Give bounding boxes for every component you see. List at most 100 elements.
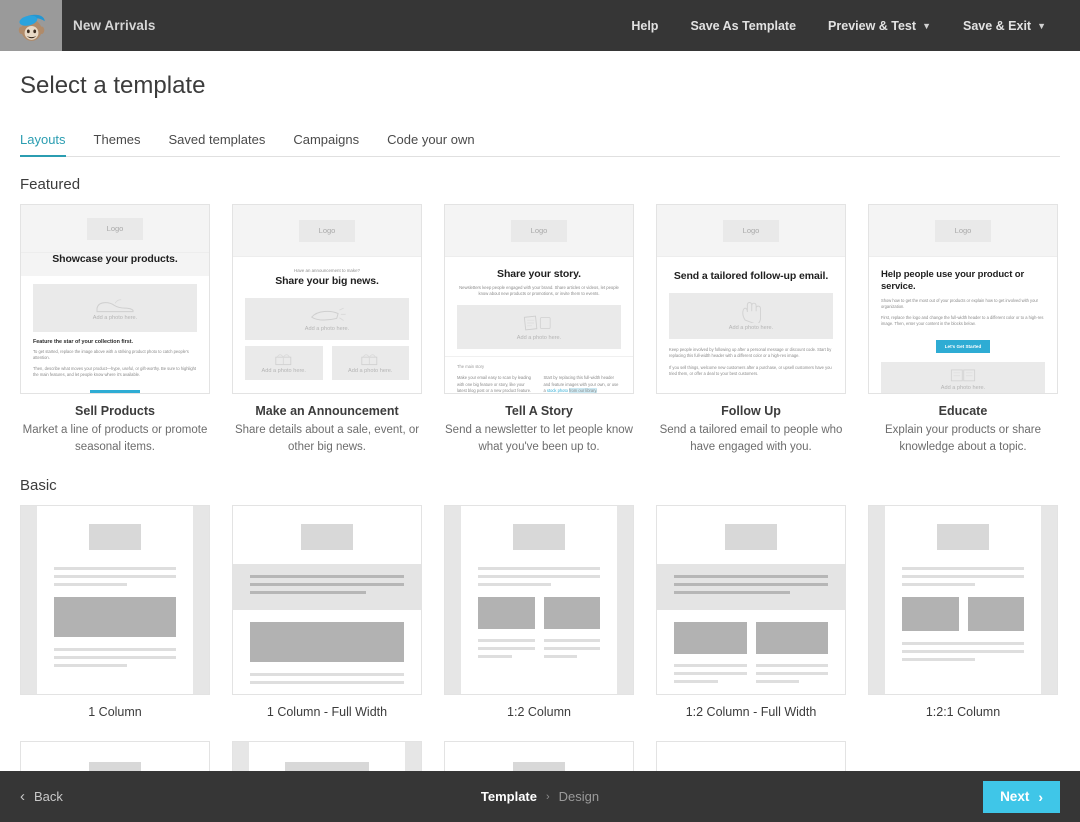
- next-button[interactable]: Next ›: [983, 780, 1060, 813]
- wireframe-image-block: [54, 597, 176, 638]
- tab-campaigns[interactable]: Campaigns: [293, 132, 359, 157]
- wireframe-text-line: [674, 664, 747, 668]
- wireframe-text-line: [250, 575, 404, 579]
- logo-placeholder: Logo: [299, 219, 355, 242]
- newspaper-icon: [523, 315, 551, 330]
- wireframe-text-line: [478, 639, 535, 643]
- card-description: Explain your products or share knowledge…: [885, 424, 1041, 453]
- template-thumbnail[interactable]: Logo Help people use your product or ser…: [868, 204, 1058, 394]
- card-description: Send a tailored email to people who have…: [659, 424, 843, 453]
- breadcrumb-current: Template: [480, 789, 537, 804]
- wireframe-text-line: [478, 575, 600, 579]
- wireframe-1-column: [21, 506, 209, 695]
- stock-photo-link[interactable]: stock photo: [547, 388, 568, 393]
- template-thumbnail[interactable]: Logo Send a tailored follow-up email. Ad…: [656, 204, 846, 394]
- photo-placeholder: Add a photo here.: [881, 361, 1045, 393]
- wireframe-image-block: [937, 524, 989, 551]
- wireframe-image-block: [902, 597, 959, 632]
- template-thumbnail[interactable]: [232, 741, 422, 771]
- wireframe-image-block: [513, 524, 565, 551]
- back-button[interactable]: ‹ Back: [20, 788, 63, 805]
- nav-save-as-template[interactable]: Save As Template: [674, 19, 812, 33]
- logo-placeholder: Logo: [511, 219, 567, 242]
- card-description: Market a line of products or promote sea…: [22, 424, 208, 453]
- chevron-right-icon: ›: [1038, 788, 1043, 805]
- template-card-follow-up[interactable]: Logo Send a tailored follow-up email. Ad…: [656, 204, 846, 455]
- campaign-name: New Arrivals: [73, 18, 156, 33]
- wireframe-text-line: [54, 583, 128, 587]
- template-card-partial[interactable]: [232, 741, 422, 771]
- wireframe-text-line: [674, 672, 747, 676]
- wireframe-text-line: [54, 664, 128, 668]
- template-thumbnail[interactable]: [444, 505, 634, 696]
- nav-preview-and-test[interactable]: Preview & Test ▼: [812, 19, 947, 33]
- template-thumbnail[interactable]: [868, 505, 1058, 696]
- tab-layouts[interactable]: Layouts: [20, 132, 66, 157]
- wireframe-text-line: [755, 680, 799, 684]
- wireframe-text-line: [674, 575, 828, 579]
- wireframe-text-line: [902, 567, 1024, 571]
- wireframe-sheet: [461, 506, 617, 695]
- template-card-make-an-announcement[interactable]: Logo Have an announcement to make? Share…: [232, 204, 422, 455]
- nav-save-and-exit[interactable]: Save & Exit ▼: [947, 19, 1062, 33]
- template-card-sell-products[interactable]: Logo Showcase your products. Add a photo…: [20, 204, 210, 455]
- thumbnail-subtext: Newsletters keep people engaged with you…: [459, 284, 619, 297]
- wireframe-text-line: [674, 583, 828, 587]
- template-card-partial[interactable]: [20, 741, 210, 771]
- template-card-1-column-full-width[interactable]: 1 Column - Full Width: [232, 505, 422, 719]
- logo-placeholder: Logo: [87, 217, 143, 240]
- wireframe-image-block: [250, 622, 404, 663]
- wireframe-text-line: [478, 583, 552, 587]
- template-card-partial[interactable]: [444, 741, 634, 771]
- wireframe-text-line: [54, 567, 176, 571]
- shoe-icon: [96, 298, 134, 312]
- thumbnail-header: Logo: [869, 205, 1057, 257]
- wireframe-text-line: [54, 575, 176, 579]
- wireframe-sheet: [249, 742, 405, 771]
- back-button-label: Back: [34, 789, 63, 804]
- card-title: Tell A Story: [505, 404, 573, 418]
- mailchimp-logo-button[interactable]: [0, 0, 62, 51]
- template-thumbnail[interactable]: Logo Have an announcement to make? Share…: [232, 204, 422, 394]
- wireframe-text-line: [250, 583, 404, 587]
- wireframe-image-block: [725, 524, 777, 551]
- thumbnail-header: Logo: [233, 205, 421, 257]
- wireframe-image-block: [89, 524, 141, 551]
- chevron-down-icon: ▼: [1037, 20, 1046, 31]
- top-nav-links: Help Save As Template Preview & Test ▼ S…: [615, 19, 1080, 33]
- template-card-1-2-column-full-width[interactable]: 1:2 Column - Full Width: [656, 505, 846, 719]
- body-paragraph-2: First, replace the logo and change the f…: [881, 314, 1044, 327]
- template-card-1-2-1-column[interactable]: 1:2:1 Column: [868, 505, 1058, 719]
- wireframe-text-line: [478, 567, 600, 571]
- template-thumbnail[interactable]: [20, 741, 210, 771]
- template-card-tell-a-story[interactable]: Logo Share your story. Newsletters keep …: [444, 204, 634, 455]
- cta-button[interactable]: Start Shopping: [89, 389, 141, 393]
- photo-placeholder-label: Add a photo here.: [728, 324, 774, 331]
- book-icon: [950, 369, 976, 382]
- tab-code-your-own[interactable]: Code your own: [387, 132, 474, 157]
- wireframe-text-line: [755, 672, 828, 676]
- photo-placeholder: Add a photo here.: [331, 345, 409, 380]
- card-title: 1:2 Column - Full Width: [685, 705, 817, 720]
- nav-help[interactable]: Help: [615, 19, 674, 33]
- photo-placeholder-label: Add a photo here.: [261, 368, 306, 375]
- template-card-educate[interactable]: Logo Help people use your product or ser…: [868, 204, 1058, 455]
- template-card-1-column[interactable]: 1 Column: [20, 505, 210, 719]
- template-thumbnail[interactable]: [656, 741, 846, 771]
- wireframe-partial: [445, 742, 633, 771]
- template-thumbnail[interactable]: [444, 741, 634, 771]
- wireframe-image-block: [301, 524, 353, 551]
- template-thumbnail[interactable]: [232, 505, 422, 696]
- wireframe-partial: [21, 742, 209, 771]
- template-thumbnail[interactable]: [656, 505, 846, 696]
- tab-themes[interactable]: Themes: [94, 132, 141, 157]
- template-thumbnail[interactable]: Logo Share your story. Newsletters keep …: [444, 204, 634, 394]
- template-thumbnail[interactable]: [20, 505, 210, 696]
- wireframe-1-2-column-full: [657, 506, 845, 695]
- template-thumbnail[interactable]: Logo Showcase your products. Add a photo…: [20, 204, 210, 394]
- tab-saved-templates[interactable]: Saved templates: [169, 132, 266, 157]
- template-card-partial[interactable]: [656, 741, 846, 771]
- cta-button[interactable]: Let's Get Started: [935, 339, 991, 353]
- template-card-1-2-column[interactable]: 1:2 Column: [444, 505, 634, 719]
- basic-template-grid: 1 Column 1 Column - Full Width 1:2 Colum…: [0, 505, 1080, 719]
